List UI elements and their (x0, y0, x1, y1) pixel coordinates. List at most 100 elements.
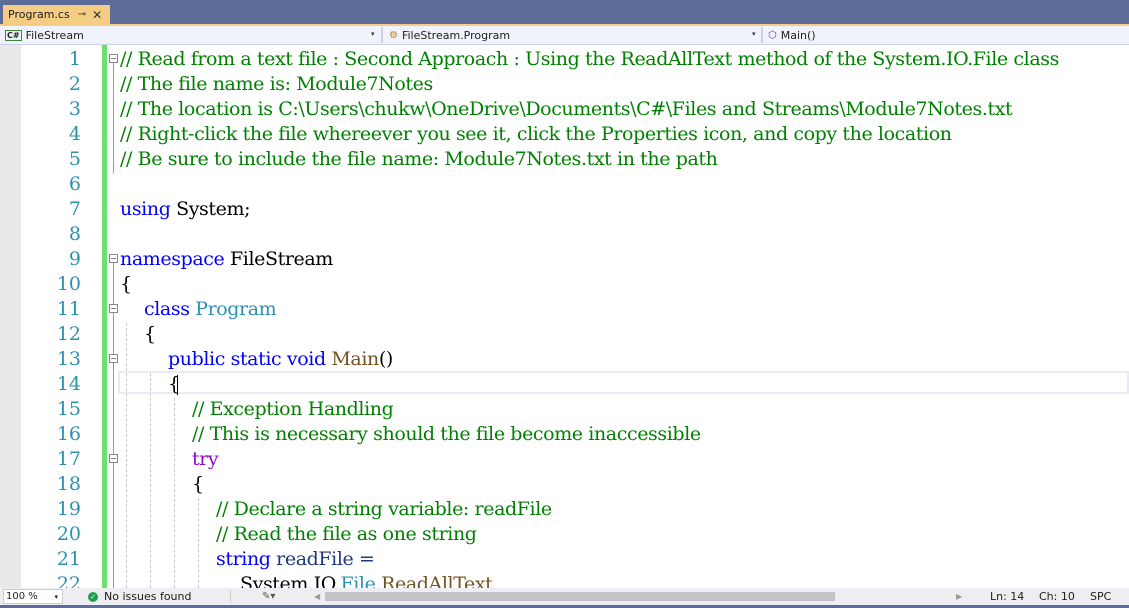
column-number: Ch: 10 (1039, 590, 1075, 603)
code-line-21: string readFile = (216, 547, 375, 572)
line-number: 19 (56, 498, 81, 520)
line-number: 20 (56, 523, 81, 545)
keyword: namespace (120, 248, 225, 270)
namespace: System.IO. (240, 573, 341, 588)
indent-guide (126, 323, 127, 588)
code-line-1: // Read from a text file : Second Approa… (120, 48, 1059, 70)
code-line-3: // The location is C:\Users\chukw\OneDri… (120, 98, 1013, 120)
line-number: Ln: 14 (990, 590, 1025, 603)
text-caret (177, 375, 178, 395)
method-name: Main (325, 348, 379, 370)
code-line-10: { (120, 273, 132, 295)
project-dropdown[interactable]: C# FileStream (0, 26, 380, 44)
current-line-highlight (118, 371, 1129, 394)
line-number: 1 (68, 48, 81, 70)
method-icon: ⬡ (768, 29, 777, 41)
collapse-icon[interactable]: − (109, 304, 118, 313)
code-line-15: // Exception Handling (192, 398, 394, 420)
keyword: using (120, 198, 171, 220)
collapse-icon[interactable]: − (109, 254, 118, 263)
scroll-left-button[interactable]: ◀ (314, 588, 320, 605)
line-number: 10 (56, 273, 81, 295)
class-icon: ⚙ (389, 29, 398, 41)
code-cleanup-button[interactable]: ✎▾ (262, 588, 275, 605)
zoom-level: 100 % (6, 591, 38, 602)
csharp-project-icon: C# (5, 29, 22, 41)
code-line-16: // This is necessary should the file bec… (192, 423, 701, 445)
code-line-22: System.IO.File.ReadAllText (240, 572, 493, 588)
fold-line (113, 63, 114, 173)
code-line-9: namespace FileStream (120, 247, 333, 272)
code-line-11: class Program (144, 297, 277, 322)
code-line-17: try (192, 448, 219, 470)
zoom-dropdown[interactable]: 100 % ▾ (3, 589, 63, 604)
code-line-2: // The file name is: Module7Notes (120, 73, 433, 95)
code-line-4: // Right-click the file whereever you se… (120, 123, 952, 145)
line-number: 18 (56, 473, 81, 495)
close-icon[interactable]: ✕ (92, 8, 102, 22)
line-number: 9 (68, 248, 81, 270)
line-number: 14 (56, 373, 81, 395)
line-number: 2 (68, 73, 81, 95)
divider (230, 590, 231, 603)
editor-status-bar: 100 % ▾ ✓ No issues found ✎▾ ◀ ▶ Ln: 14 … (0, 588, 1129, 605)
project-label: FileStream (25, 28, 84, 42)
line-number: 22 (56, 573, 81, 588)
chevron-right-icon: ▶ (956, 592, 963, 601)
divider (381, 27, 383, 43)
document-tab-strip: Program.cs ⊸ ✕ (0, 0, 1129, 24)
code-line-13: public static void Main() (168, 347, 393, 372)
horizontal-scroll-thumb[interactable] (325, 592, 835, 601)
code-editor[interactable]: 1 2 3 4 5 6 7 8 9 10 11 12 13 14 15 16 17 18 19 20 21 22 − − … (0, 45, 1129, 588)
line-number: 8 (68, 223, 81, 245)
scroll-right-button[interactable]: ▶ (956, 588, 962, 605)
tab-program-cs[interactable]: Program.cs ⊸ ✕ (3, 5, 110, 24)
change-tracking-bar (102, 45, 107, 588)
issues-label: No issues found (104, 590, 192, 603)
collapse-icon[interactable]: − (109, 354, 118, 363)
code-line-5: // Be sure to include the file name: Mod… (120, 148, 718, 170)
type-name: Program (189, 298, 277, 320)
pin-icon[interactable]: ⊸ (78, 9, 86, 20)
line-number: 5 (68, 148, 81, 170)
collapse-icon[interactable]: − (109, 454, 118, 463)
chevron-down-icon[interactable]: ▾ (752, 30, 756, 38)
chevron-left-icon: ◀ (314, 592, 321, 601)
type-name: File (340, 573, 376, 588)
line-number: 7 (68, 198, 81, 220)
identifier: FileStream (224, 248, 333, 270)
member-label: Main() (780, 28, 816, 42)
issues-indicator[interactable]: ✓ No issues found (88, 588, 191, 605)
code-line-19: // Declare a string variable: readFile (216, 498, 552, 520)
keyword: class (144, 298, 190, 320)
line-number: 3 (68, 98, 81, 120)
whitespace-mode-label: SPC (1090, 590, 1112, 603)
code-line-7: using System; (120, 197, 251, 222)
method-name: ReadAllText (381, 573, 493, 588)
line-number: 11 (56, 298, 81, 320)
keyword: string (216, 548, 271, 570)
tab-title: Program.cs (8, 8, 70, 21)
indicator-margin (0, 45, 21, 588)
collapse-icon[interactable]: − (109, 54, 118, 63)
chevron-down-icon[interactable]: ▾ (371, 30, 375, 38)
column-indicator[interactable]: Ch: 10 (1039, 588, 1075, 605)
line-number: 13 (56, 348, 81, 370)
line-number: 6 (68, 173, 81, 195)
member-dropdown[interactable]: ⬡ Main() (763, 26, 1129, 44)
keyword: public static void (168, 348, 326, 370)
indent-guide (174, 398, 175, 588)
line-number: 17 (56, 448, 81, 470)
line-number: 4 (68, 123, 81, 145)
line-number: 16 (56, 423, 81, 445)
code-line-12: { (144, 323, 156, 345)
line-number: 21 (56, 548, 81, 570)
type-dropdown[interactable]: ⚙ FileStream.Program (384, 26, 759, 44)
whitespace-mode[interactable]: SPC (1090, 588, 1111, 605)
code-line-18: { (192, 473, 204, 495)
indent-guide (150, 373, 151, 588)
punctuation: () (378, 348, 393, 370)
chevron-down-icon: ▾ (54, 592, 58, 601)
line-indicator[interactable]: Ln: 14 (990, 588, 1024, 605)
type-label: FileStream.Program (401, 28, 511, 42)
